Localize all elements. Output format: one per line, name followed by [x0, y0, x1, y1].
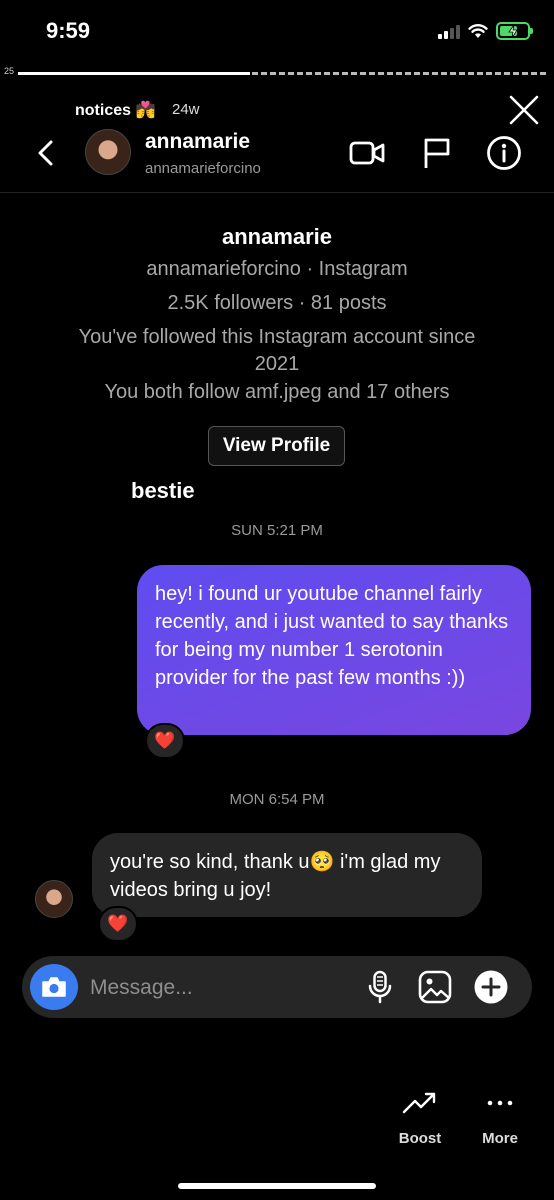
boost-button[interactable]: Boost: [380, 1130, 460, 1147]
status-time: 9:59: [46, 18, 91, 43]
profile-card-mutuals: You both follow amf.jpeg and 17 others: [104, 381, 450, 403]
video-call-icon[interactable]: [348, 134, 386, 172]
microphone-icon[interactable]: [362, 969, 398, 1005]
trending-up-icon[interactable]: [402, 1090, 438, 1116]
message-timestamp: MON 6:54 PM: [229, 791, 325, 808]
message-timestamp: SUN 5:21 PM: [231, 522, 323, 539]
more-button[interactable]: More: [460, 1130, 540, 1147]
header-avatar[interactable]: [85, 129, 131, 175]
incoming-message-bubble[interactable]: you're so kind, thank u🥺 i'm glad my vid…: [92, 833, 482, 917]
camera-icon: [42, 977, 66, 997]
cellular-signal-icon: [438, 23, 460, 39]
story-progress-label: 25: [4, 66, 15, 76]
close-icon[interactable]: [506, 92, 542, 128]
header-divider: [0, 192, 554, 193]
sender-avatar[interactable]: [35, 880, 73, 918]
profile-card-followed-since: You've followed this Instagram account s…: [78, 326, 476, 375]
story-progress-bar: [18, 72, 546, 75]
camera-button[interactable]: [30, 964, 78, 1010]
message-input[interactable]: [90, 974, 350, 1002]
header-username[interactable]: annamarieforcino: [145, 160, 261, 177]
header-display-name[interactable]: annamarie: [145, 130, 250, 154]
story-title[interactable]: notices 💏: [75, 100, 155, 120]
more-dots-icon[interactable]: [486, 1097, 514, 1109]
view-profile-button[interactable]: View Profile: [208, 426, 345, 466]
back-chevron-icon[interactable]: [32, 138, 60, 168]
story-age: 24w: [172, 101, 200, 118]
heart-reaction-icon[interactable]: ❤️: [98, 906, 138, 942]
flag-report-icon[interactable]: [418, 134, 456, 172]
heart-reaction-icon[interactable]: ❤️: [145, 723, 185, 759]
wifi-icon: [468, 24, 488, 38]
chat-nickname: bestie: [131, 478, 195, 503]
info-icon[interactable]: [485, 134, 523, 172]
outgoing-message-bubble[interactable]: hey! i found ur youtube channel fairly r…: [137, 565, 531, 735]
profile-card-source: annamarieforcino · Instagram: [146, 258, 408, 280]
battery-charging-icon: [496, 22, 533, 40]
status-icons: [438, 22, 533, 40]
home-indicator: [178, 1183, 376, 1189]
profile-card-name: annamarie: [221, 224, 333, 249]
add-plus-icon[interactable]: [473, 969, 509, 1005]
profile-card-stats: 2.5K followers · 81 posts: [167, 292, 387, 314]
gallery-image-icon[interactable]: [417, 969, 453, 1005]
